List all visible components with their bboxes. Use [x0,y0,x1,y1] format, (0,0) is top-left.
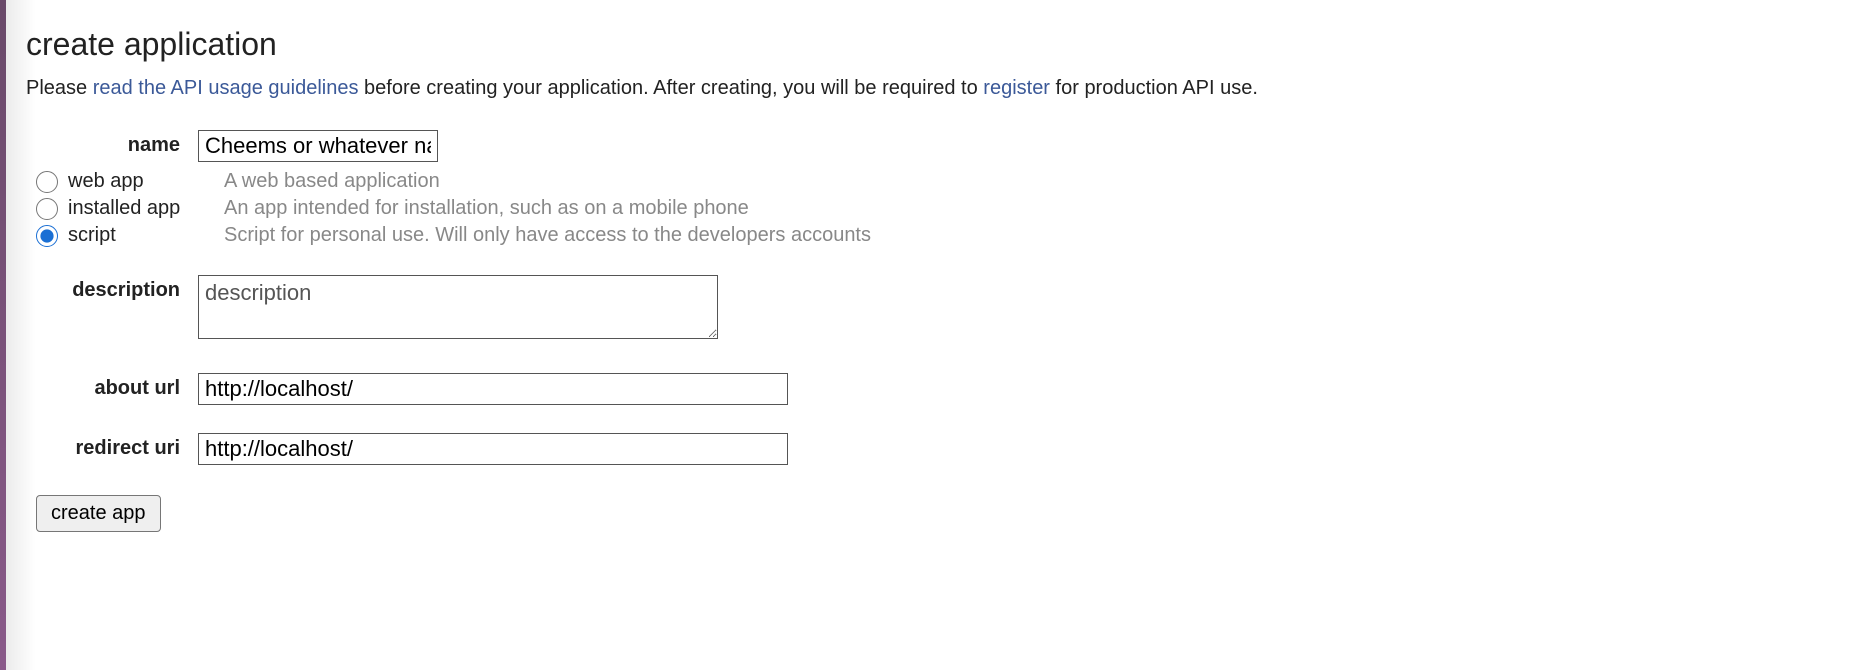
app-type-desc-script: Script for personal use. Will only have … [224,224,871,247]
intro-suffix: for production API use. [1050,77,1258,99]
description-label: description [26,275,198,302]
intro-prefix: Please [26,77,93,99]
app-type-option-web[interactable]: web app A web based application [26,170,1844,193]
app-type-label-script: script [68,224,208,247]
create-app-button[interactable]: create app [36,495,161,532]
submit-row: create app [26,495,1844,532]
app-type-radio-web[interactable] [36,171,58,193]
intro-text: Please read the API usage guidelines bef… [26,77,1844,100]
app-type-radio-installed[interactable] [36,198,58,220]
api-guidelines-link[interactable]: read the API usage guidelines [93,77,359,99]
create-app-form: name web app A web based application ins… [26,130,1844,532]
about-url-row: about url [26,373,1844,405]
app-type-label-web: web app [68,170,208,193]
app-type-option-installed[interactable]: installed app An app intended for instal… [26,197,1844,220]
redirect-uri-label: redirect uri [26,433,198,460]
app-type-desc-web: A web based application [224,170,440,193]
register-link[interactable]: register [983,77,1050,99]
name-row: name [26,130,1844,162]
app-type-desc-installed: An app intended for installation, such a… [224,197,749,220]
intro-middle: before creating your application. After … [358,77,983,99]
app-type-option-script[interactable]: script Script for personal use. Will onl… [26,224,1844,247]
description-textarea[interactable] [198,275,718,339]
app-type-label-installed: installed app [68,197,208,220]
redirect-uri-row: redirect uri [26,433,1844,465]
app-type-radio-group: web app A web based application installe… [26,170,1844,247]
description-row: description [26,275,1844,345]
page-title: create application [26,26,1844,63]
redirect-uri-input[interactable] [198,433,788,465]
app-type-radio-script[interactable] [36,225,58,247]
name-label: name [26,130,198,157]
about-url-input[interactable] [198,373,788,405]
create-application-panel: create application Please read the API u… [6,0,1864,552]
name-input[interactable] [198,130,438,162]
left-accent-border [0,0,6,670]
about-url-label: about url [26,373,198,400]
